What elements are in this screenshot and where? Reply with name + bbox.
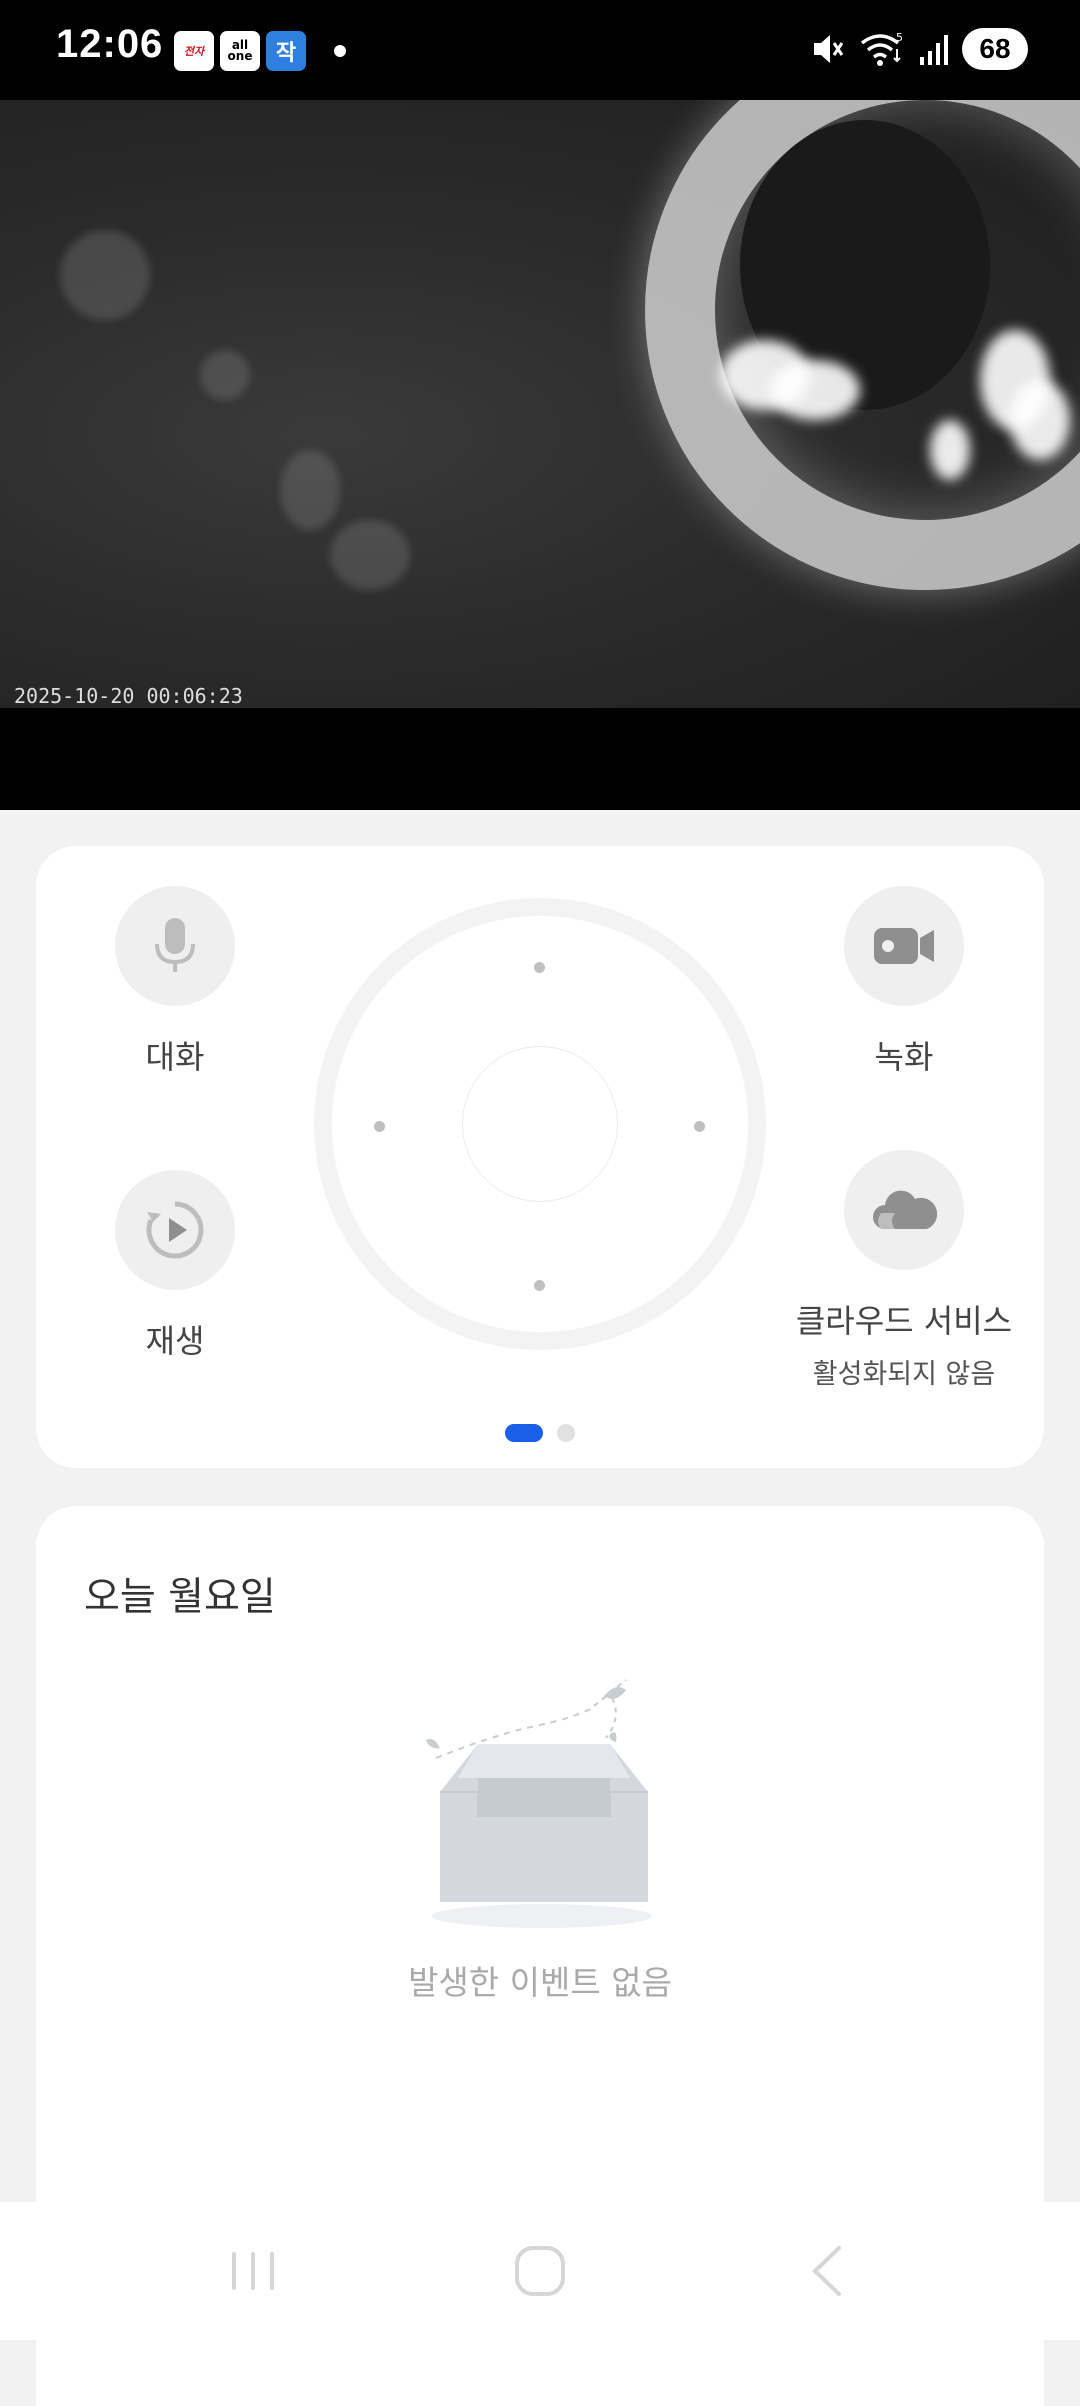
status-time: 12:06 bbox=[56, 22, 164, 66]
playback-button[interactable]: 재생 bbox=[115, 1170, 235, 1362]
ptz-center[interactable] bbox=[462, 1046, 618, 1202]
ptz-down-dot[interactable] bbox=[534, 1280, 545, 1291]
camera-live-view[interactable]: 2025-10-20 00:06:23 bbox=[0, 100, 1080, 708]
playback-label: 재생 bbox=[145, 1322, 205, 1360]
page-dot-active[interactable] bbox=[505, 1424, 543, 1442]
cloud-service-status: 활성화되지 않음 bbox=[812, 1359, 996, 1390]
empty-events-text: 발생한 이벤트 없음 bbox=[408, 1963, 672, 2002]
cloud-service-label: 클라우드 서비스 bbox=[795, 1302, 1013, 1340]
record-label: 녹화 bbox=[874, 1038, 934, 1076]
playback-icon bbox=[146, 1201, 204, 1259]
svg-text:5: 5 bbox=[896, 31, 903, 44]
home-icon bbox=[514, 2246, 565, 2296]
status-bar: 12:06 전자 all one 작 5 68 bbox=[0, 0, 1080, 100]
notification-icons: 전자 all one 작 bbox=[174, 31, 346, 71]
navigation-bar bbox=[0, 2202, 1080, 2340]
korean-app-icon: 작 bbox=[266, 31, 306, 71]
page-indicator bbox=[36, 1424, 1044, 1442]
recent-apps-button[interactable] bbox=[208, 2226, 298, 2316]
more-notifications-icon bbox=[334, 45, 346, 57]
allone-app-icon: all one bbox=[220, 31, 260, 71]
wifi-icon: 5 bbox=[860, 31, 903, 66]
microphone-icon bbox=[155, 918, 195, 972]
mute-icon bbox=[814, 35, 844, 63]
events-title: 오늘 월요일 bbox=[84, 1575, 276, 1620]
home-button[interactable] bbox=[495, 2226, 585, 2316]
signal-icon bbox=[920, 35, 948, 65]
system-icons: 5 68 bbox=[810, 28, 1028, 70]
video-camera-icon bbox=[874, 928, 934, 964]
talk-button[interactable]: 대화 bbox=[115, 886, 235, 1078]
news-app-icon: 전자 bbox=[174, 31, 214, 71]
control-panel: 대화 녹화 재생 클라우드 서비스 활성화되지 않음 bbox=[36, 846, 1044, 1468]
ptz-left-dot[interactable] bbox=[374, 1121, 385, 1132]
back-icon bbox=[811, 2246, 841, 2296]
ptz-up-dot[interactable] bbox=[534, 962, 545, 973]
ptz-right-dot[interactable] bbox=[694, 1121, 705, 1132]
cloud-service-button[interactable]: 클라우드 서비스 활성화되지 않음 bbox=[750, 1150, 1058, 1391]
page-dot[interactable] bbox=[557, 1424, 575, 1442]
talk-label: 대화 bbox=[145, 1038, 205, 1076]
empty-inbox-illustration bbox=[426, 1679, 652, 1928]
back-button[interactable] bbox=[782, 2226, 872, 2316]
battery-icon: 68 bbox=[962, 28, 1028, 70]
recent-apps-icon bbox=[232, 2252, 275, 2290]
camera-timestamp: 2025-10-20 00:06:23 bbox=[14, 684, 243, 708]
record-button[interactable]: 녹화 bbox=[844, 886, 964, 1078]
cloud-icon bbox=[873, 1190, 937, 1229]
camera-letterbox bbox=[0, 708, 1080, 810]
